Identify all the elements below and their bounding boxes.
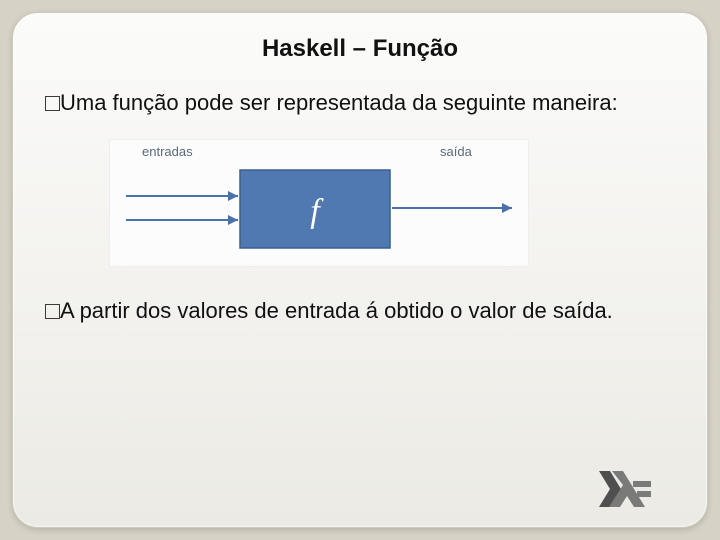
diagram-input-label: entradas: [142, 144, 193, 159]
paragraph-2: A partir dos valores de entrada á obtido…: [45, 297, 675, 325]
paragraph-1-text: Uma função pode ser representada da segu…: [60, 90, 618, 115]
slide-card: Haskell – Função Uma função pode ser rep…: [12, 12, 708, 528]
haskell-logo-icon: [597, 469, 653, 509]
slide-title: Haskell – Função: [45, 35, 675, 63]
bullet-square-icon: [45, 96, 60, 111]
paragraph-1: Uma função pode ser representada da segu…: [45, 89, 675, 117]
diagram-output-label: saída: [440, 144, 472, 159]
paragraph-2-text: A partir dos valores de entrada á obtido…: [60, 298, 613, 323]
function-diagram: entradas saída f: [109, 139, 529, 267]
diagram-svg: f: [120, 162, 518, 258]
diagram-labels: entradas saída: [120, 144, 518, 162]
bullet-square-icon: [45, 304, 60, 319]
